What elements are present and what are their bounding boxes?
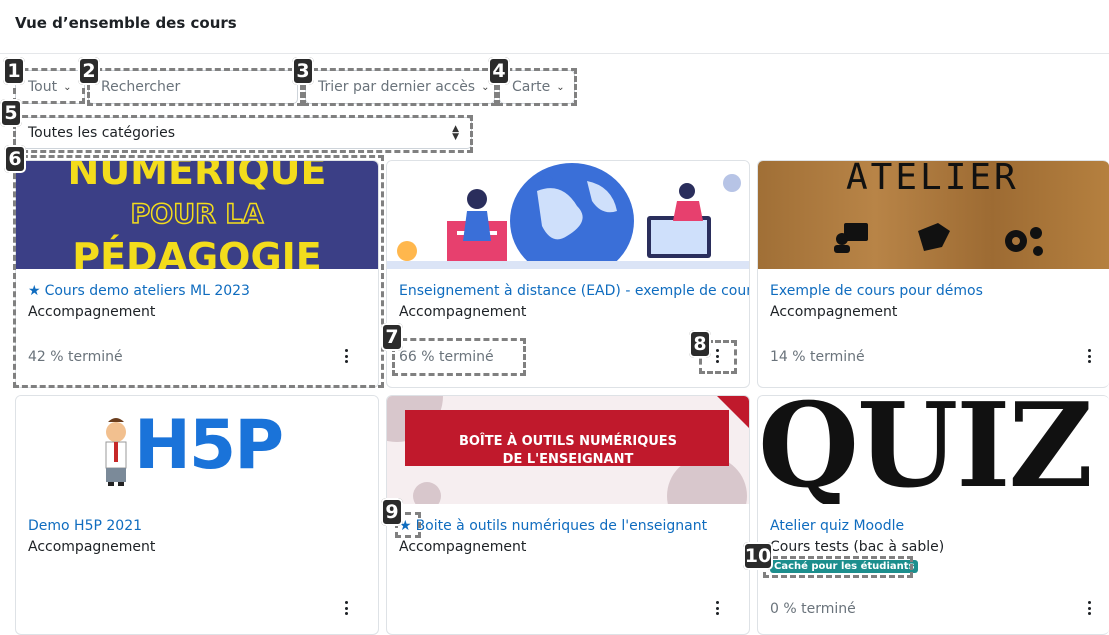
course-category: Accompagnement [28,539,156,555]
annotation-marker: 6 [4,145,26,173]
course-image[interactable]: NUMÉRIQUE POUR LA PÉDAGOGIE [16,161,378,269]
course-progress: 66 % terminé [399,349,494,365]
hidden-badge: Caché pour les étudiants [770,560,919,573]
grouping-select[interactable]: Tout ⌄ [15,70,85,104]
course-card[interactable]: H5P Demo H5P 2021 Accompagnement [15,395,379,635]
annotation-marker: 4 [488,57,510,85]
view-value: Carte [512,79,551,95]
more-actions-icon[interactable] [715,349,719,363]
chevron-down-icon: ⌄ [556,81,565,93]
course-image[interactable] [387,161,749,269]
course-title-link[interactable]: ★ Boite à outils numériques de l'enseigna… [399,518,707,534]
more-actions-icon[interactable] [1087,601,1091,615]
annotation-marker: 5 [0,99,22,127]
annotation-marker: 7 [381,323,403,351]
atelier-icons [834,223,1043,256]
distance-learning-illustration [387,163,749,269]
course-image-text: QUIZ [758,396,1093,504]
chevron-down-icon: ⌄ [63,81,72,93]
course-title: Cours demo ateliers ML 2023 [44,283,250,299]
page-title: Vue d’ensemble des cours [15,14,237,32]
annotation-marker: 1 [3,57,25,85]
course-title: Boite à outils numériques de l'enseignan… [415,518,708,534]
search-input[interactable]: Rechercher [88,70,298,104]
course-title-link[interactable]: Exemple de cours pour démos [770,283,983,299]
course-card[interactable]: ATELIER Exemple de cours pour démos Acco… [757,160,1109,388]
sort-arrows-icon: ▲ ▼ [452,124,459,142]
course-category: Accompagnement [770,304,898,320]
course-title-link[interactable]: Enseignement à distance (EAD) - exemple … [399,283,749,299]
course-category: Accompagnement [399,539,527,555]
category-value: Toutes les catégories [28,125,176,141]
search-placeholder: Rechercher [101,79,181,95]
annotation-marker: 10 [743,542,773,570]
course-image-text: NUMÉRIQUE [67,161,327,193]
course-image[interactable]: BOÎTE À OUTILS NUMÉRIQUES DE L'ENSEIGNAN… [387,396,749,504]
course-image[interactable]: QUIZ [758,396,1109,504]
course-image[interactable]: H5P [16,396,378,504]
course-card[interactable]: QUIZ Atelier quiz Moodle Cours tests (ba… [757,395,1109,635]
grouping-value: Tout [28,79,58,95]
course-card[interactable]: BOÎTE À OUTILS NUMÉRIQUES DE L'ENSEIGNAN… [386,395,750,635]
course-title-link[interactable]: Atelier quiz Moodle [770,518,904,534]
annotation-marker: 2 [78,57,100,85]
view-select[interactable]: Carte ⌄ [499,70,575,104]
course-card[interactable]: NUMÉRIQUE POUR LA PÉDAGOGIE ★ Cours demo … [15,160,379,388]
course-image-text: PÉDAGOGIE [72,235,322,269]
annotation-marker: 3 [292,57,314,85]
annotation-marker: 8 [689,330,711,358]
course-image-text: H5P [134,406,284,485]
more-actions-icon[interactable] [715,601,719,615]
course-title-link[interactable]: ★ Cours demo ateliers ML 2023 [28,283,250,299]
annotation-marker: 9 [381,498,403,526]
course-image-text: BOÎTE À OUTILS NUMÉRIQUES [458,434,678,449]
course-image-text: DE L'ENSEIGNANT [502,452,634,467]
course-category: Accompagnement [28,304,156,320]
course-title-link[interactable]: Demo H5P 2021 [28,518,142,534]
course-category: Cours tests (bac à sable) [770,539,945,555]
star-icon: ★ [28,283,41,299]
course-progress: 42 % terminé [28,349,123,365]
category-select[interactable]: Toutes les catégories ▲ ▼ [15,117,472,149]
more-actions-icon[interactable] [1087,349,1091,363]
banner-decoration [387,396,749,504]
course-image[interactable]: ATELIER [758,161,1109,269]
course-progress: 0 % terminé [770,601,856,617]
divider [0,53,1109,54]
sort-value: Trier par dernier accès [318,79,476,95]
course-category: Accompagnement [399,304,527,320]
sort-select[interactable]: Trier par dernier accès ⌄ [305,70,495,104]
more-actions-icon[interactable] [344,349,348,363]
course-image-text: POUR LA [130,198,264,231]
course-progress: 14 % terminé [770,349,865,365]
more-actions-icon[interactable] [344,601,348,615]
